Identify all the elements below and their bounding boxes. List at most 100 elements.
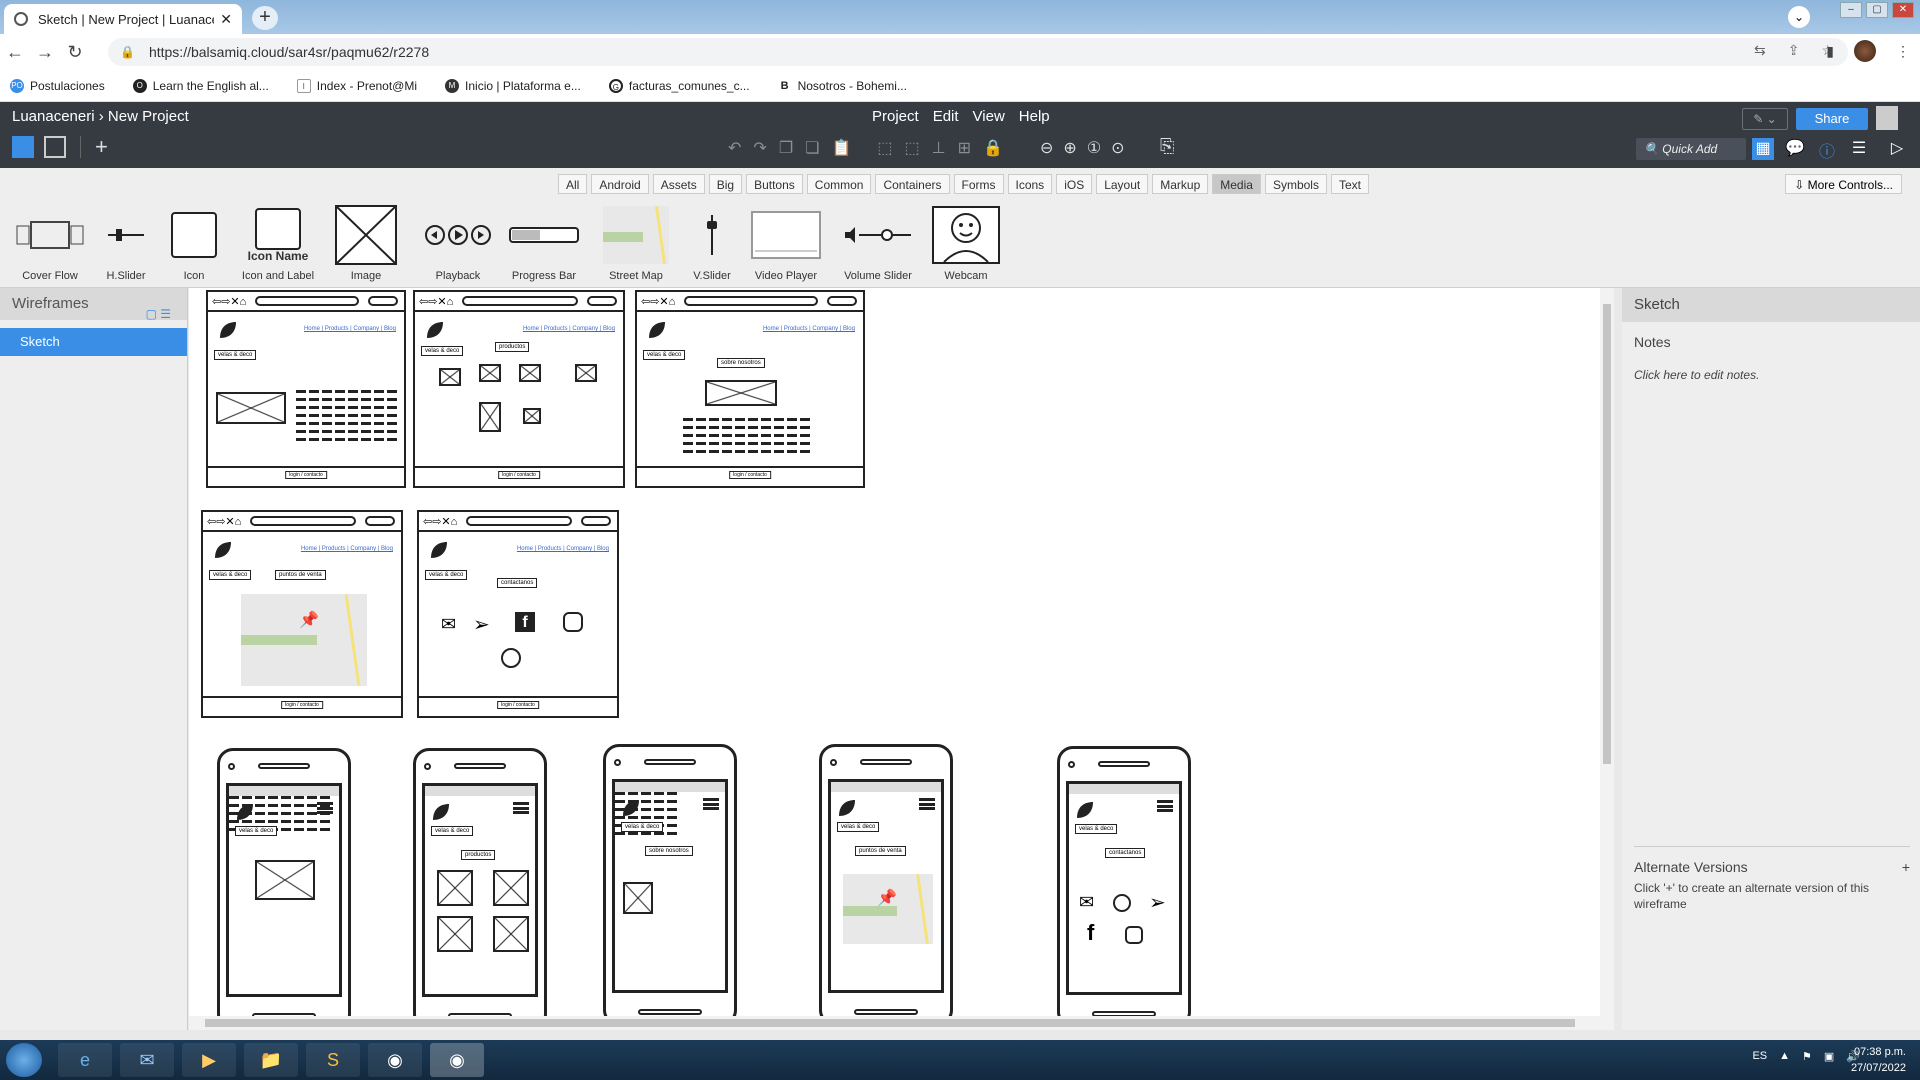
- panel-view-toggle-icon[interactable]: ▢ ☰: [146, 298, 171, 330]
- desktop-mockup-home[interactable]: ⇦⇨✕⌂ velas & deco Home | Products | Comp…: [206, 290, 406, 488]
- library-item-icon[interactable]: Icon: [154, 206, 234, 282]
- bookmark-item[interactable]: O Learn the English al...: [132, 78, 269, 93]
- bookmark-item[interactable]: PO Postulaciones: [10, 78, 105, 93]
- share-page-icon[interactable]: ⇪: [1788, 42, 1800, 59]
- scrollbar-thumb[interactable]: [1603, 304, 1611, 764]
- library-tab-buttons[interactable]: Buttons: [746, 174, 803, 194]
- arrange-icon[interactable]: ⊞: [958, 138, 971, 158]
- properties-icon[interactable]: ☰: [1848, 138, 1870, 160]
- library-tab-assets[interactable]: Assets: [652, 174, 705, 194]
- browser-menu-icon[interactable]: ⋮: [1896, 43, 1910, 60]
- lock-control-icon[interactable]: 🔒: [983, 138, 1003, 158]
- clipboard-icon[interactable]: ⎘: [1160, 136, 1174, 157]
- undo-icon[interactable]: ↶: [728, 138, 741, 158]
- canvas-horizontal-scrollbar[interactable]: [189, 1016, 1600, 1030]
- zoom-out-icon[interactable]: ⊖: [1040, 138, 1053, 158]
- present-icon[interactable]: ▷: [1886, 138, 1908, 160]
- bookmark-item[interactable]: Gfacturas_comunes_c...: [608, 78, 750, 93]
- library-tab-containers[interactable]: Containers: [875, 174, 950, 194]
- chrome-active-icon[interactable]: ◉: [430, 1043, 484, 1077]
- menu-project[interactable]: Project: [872, 108, 919, 125]
- share-button[interactable]: Share: [1796, 108, 1868, 130]
- tab-search-icon[interactable]: ⌄: [1788, 6, 1810, 28]
- outlook-icon[interactable]: ✉: [120, 1043, 174, 1077]
- library-tab-forms[interactable]: Forms: [953, 174, 1004, 194]
- duplicate-icon[interactable]: ❏: [805, 138, 819, 158]
- clock[interactable]: 07:38 p.m. 27/07/2022: [1851, 1044, 1906, 1076]
- library-tab-android[interactable]: Android: [591, 174, 649, 194]
- media-player-icon[interactable]: ▶: [182, 1043, 236, 1077]
- canvas-vertical-scrollbar[interactable]: [1600, 288, 1614, 1030]
- library-tab-big[interactable]: Big: [708, 174, 743, 194]
- wireframe-item-sketch[interactable]: Sketch: [0, 328, 187, 356]
- sublime-text-icon[interactable]: S: [306, 1043, 360, 1077]
- library-item-v-slider[interactable]: V.Slider: [672, 206, 752, 282]
- mobile-mockup-about[interactable]: velas & deco sobre nosotros: [603, 744, 737, 1026]
- back-icon[interactable]: ←: [0, 42, 30, 63]
- library-item-volume-slider[interactable]: Volume Slider: [838, 206, 918, 282]
- new-tab-button[interactable]: +: [252, 6, 278, 30]
- desktop-mockup-about[interactable]: ⇦⇨✕⌂ velas & deco Home | Products | Comp…: [635, 290, 865, 488]
- library-item-cover-flow[interactable]: Cover Flow: [10, 206, 90, 282]
- window-close-icon[interactable]: ✕: [1892, 2, 1914, 18]
- flag-icon[interactable]: ⚑: [1802, 1050, 1812, 1063]
- zoom-in-icon[interactable]: ⊕: [1063, 138, 1076, 158]
- library-tab-layout[interactable]: Layout: [1096, 174, 1149, 194]
- paste-icon[interactable]: 📋: [832, 138, 852, 158]
- mobile-mockup-contact[interactable]: velas & deco contactanos ✉ ➢ f: [1057, 746, 1191, 1028]
- side-panel-icon[interactable]: ▮: [1826, 43, 1834, 60]
- zoom-actual-icon[interactable]: ①: [1087, 138, 1101, 158]
- mobile-mockup-home[interactable]: velas & deco: [217, 748, 351, 1030]
- scrollbar-thumb[interactable]: [205, 1019, 1575, 1027]
- language-indicator[interactable]: ES: [1752, 1050, 1767, 1063]
- library-item-video-player[interactable]: Video Player: [746, 206, 826, 282]
- library-tab-ios[interactable]: iOS: [1056, 174, 1093, 194]
- quick-add-input[interactable]: 🔍 Quick Add: [1636, 138, 1746, 160]
- library-tab-common[interactable]: Common: [806, 174, 872, 194]
- library-item-icon-and-label[interactable]: Icon Name Icon and Label: [238, 206, 318, 282]
- add-alternate-version-icon[interactable]: +: [1902, 859, 1910, 875]
- file-explorer-icon[interactable]: 📁: [244, 1043, 298, 1077]
- zoom-fit-icon[interactable]: ⊙: [1111, 138, 1124, 158]
- desktop-mockup-contact[interactable]: ⇦⇨✕⌂ velas & deco Home | Products | Comp…: [417, 510, 619, 718]
- profile-avatar[interactable]: [1854, 40, 1876, 62]
- copy-icon[interactable]: ❐: [779, 138, 793, 158]
- menu-edit[interactable]: Edit: [933, 108, 959, 125]
- lock-icon[interactable]: 🔒: [120, 45, 135, 59]
- more-controls-button[interactable]: ⇩ More Controls...: [1785, 174, 1902, 194]
- start-button[interactable]: [6, 1043, 42, 1077]
- library-tab-text[interactable]: Text: [1330, 174, 1369, 194]
- comments-icon[interactable]: 💬: [1784, 138, 1806, 160]
- info-icon[interactable]: ⓘ: [1816, 138, 1838, 161]
- library-item-street-map[interactable]: Street Map: [596, 206, 676, 282]
- redo-icon[interactable]: ↷: [753, 138, 766, 158]
- grid-view-icon[interactable]: [44, 136, 66, 158]
- library-tab-media[interactable]: Media: [1212, 174, 1261, 194]
- translate-icon[interactable]: ⇆: [1754, 42, 1766, 59]
- menu-view[interactable]: View: [973, 108, 1005, 125]
- mobile-mockup-stores[interactable]: velas & deco puntos de venta 📌: [819, 744, 953, 1026]
- bookmark-item[interactable]: B Nosotros - Bohemi...: [777, 78, 907, 93]
- bookmark-item[interactable]: I Index - Prenot@Mi: [296, 78, 417, 93]
- forward-icon[interactable]: →: [30, 42, 60, 63]
- project-breadcrumb[interactable]: Luanaceneri › New Project: [12, 108, 189, 125]
- internet-explorer-icon[interactable]: e: [58, 1043, 112, 1077]
- notes-edit-area[interactable]: Click here to edit notes.: [1622, 350, 1920, 382]
- mobile-mockup-products[interactable]: velas & deco productos: [413, 748, 547, 1030]
- browser-tab[interactable]: Sketch | New Project | Luanacene ✕: [4, 4, 242, 34]
- bookmark-item[interactable]: M Inicio | Plataforma e...: [445, 78, 581, 93]
- group-icon[interactable]: ⬚: [877, 138, 892, 158]
- library-item-playback[interactable]: Playback: [418, 206, 498, 282]
- maximize-icon[interactable]: ▢: [1866, 2, 1888, 18]
- edit-mode-icon[interactable]: ✎ ⌄: [1742, 108, 1788, 130]
- network-icon[interactable]: ▣: [1824, 1050, 1834, 1063]
- ungroup-icon[interactable]: ⬚: [905, 138, 920, 158]
- desktop-mockup-stores[interactable]: ⇦⇨✕⌂ velas & deco Home | Products | Comp…: [201, 510, 403, 718]
- library-tab-symbols[interactable]: Symbols: [1264, 174, 1327, 194]
- add-wireframe-icon[interactable]: +: [95, 136, 108, 158]
- ui-library-toggle-icon[interactable]: ▦: [1752, 138, 1774, 160]
- library-tab-all[interactable]: All: [558, 174, 588, 194]
- library-item-image[interactable]: Image: [326, 205, 406, 282]
- reload-icon[interactable]: ↻: [60, 42, 90, 63]
- minimize-icon[interactable]: –: [1840, 2, 1862, 18]
